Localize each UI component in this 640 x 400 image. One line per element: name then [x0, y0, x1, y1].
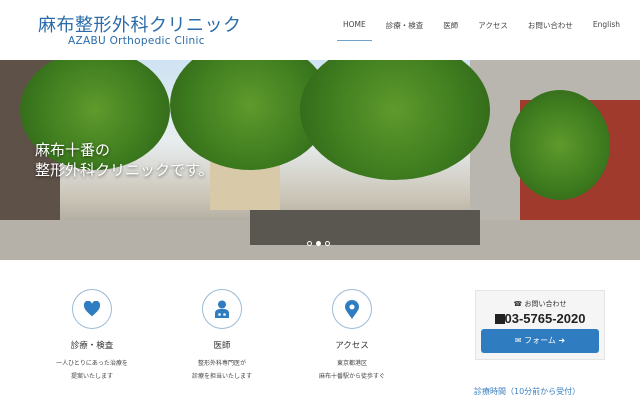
site-header: 麻布整形外科クリニック AZABU Orthopedic Clinic HOME… — [0, 0, 640, 60]
nav-access[interactable]: アクセス — [478, 20, 508, 39]
hero-line-2: 整形外科クリニックです。 — [35, 161, 214, 179]
doctor-icon — [202, 289, 242, 329]
feature-access[interactable]: アクセス 東京都港区 麻布十番駅から徒歩すぐ — [297, 289, 407, 383]
feature-treatment[interactable]: 診療・検査 一人ひとりにあった治療を 提案いたします — [37, 289, 147, 383]
slider-dot[interactable] — [307, 241, 312, 246]
mail-icon: ✉ — [514, 336, 522, 345]
contact-box: ☎ お問い合わせ 03-5765-2020 ✉ フォーム ➜ — [475, 290, 605, 360]
nav-english[interactable]: English — [593, 20, 620, 39]
hours-link[interactable]: 診療時間（10分前から受付） — [474, 386, 580, 397]
nav-contact[interactable]: お問い合わせ — [528, 20, 573, 39]
contact-form-button[interactable]: ✉ フォーム ➜ — [481, 329, 599, 353]
feature-desc: 整形外科専門医が 診療を担当いたします — [191, 360, 252, 380]
arrow-circle-icon: ➜ — [558, 336, 566, 345]
nav-doctor[interactable]: 医師 — [443, 20, 458, 39]
tree — [510, 90, 610, 200]
slider-dot-active[interactable] — [316, 241, 321, 246]
heart-icon — [72, 289, 112, 329]
feature-title: 医師 — [213, 341, 231, 351]
logo-title: 麻布整形外科クリニック — [38, 15, 242, 36]
form-label: フォーム — [524, 336, 556, 345]
tree — [300, 60, 490, 180]
map-pin-icon — [332, 289, 372, 329]
contact-phone[interactable]: 03-5765-2020 — [476, 311, 604, 326]
stairs — [250, 210, 480, 245]
feature-doctor[interactable]: 医師 整形外科専門医が 診療を担当いたします — [167, 289, 277, 383]
feature-desc: 一人ひとりにあった治療を 提案いたします — [56, 360, 128, 380]
hero-slider: 麻布十番の 整形外科クリニックです。 — [0, 60, 640, 260]
contact-label-text: お問い合わせ — [524, 300, 567, 308]
nav-treatment[interactable]: 診療・検査 — [386, 20, 424, 39]
phone-icon: ☎ — [513, 300, 523, 308]
slider-dots — [307, 241, 330, 246]
main-nav: HOME 診療・検査 医師 アクセス お問い合わせ English — [337, 20, 640, 41]
phone-number: 03-5765-2020 — [504, 311, 586, 326]
hero-line-1: 麻布十番の — [35, 141, 111, 159]
contact-label: ☎ お問い合わせ — [476, 299, 604, 309]
hero-caption: 麻布十番の 整形外科クリニックです。 — [35, 140, 214, 180]
logo-subtitle: AZABU Orthopedic Clinic — [68, 35, 205, 47]
phone-square-icon — [494, 314, 505, 324]
feature-desc: 東京都港区 麻布十番駅から徒歩すぐ — [318, 360, 385, 380]
feature-title: 診療・検査 — [70, 341, 114, 351]
feature-title: アクセス — [335, 341, 369, 351]
nav-home[interactable]: HOME — [337, 20, 372, 41]
slider-dot[interactable] — [325, 241, 330, 246]
